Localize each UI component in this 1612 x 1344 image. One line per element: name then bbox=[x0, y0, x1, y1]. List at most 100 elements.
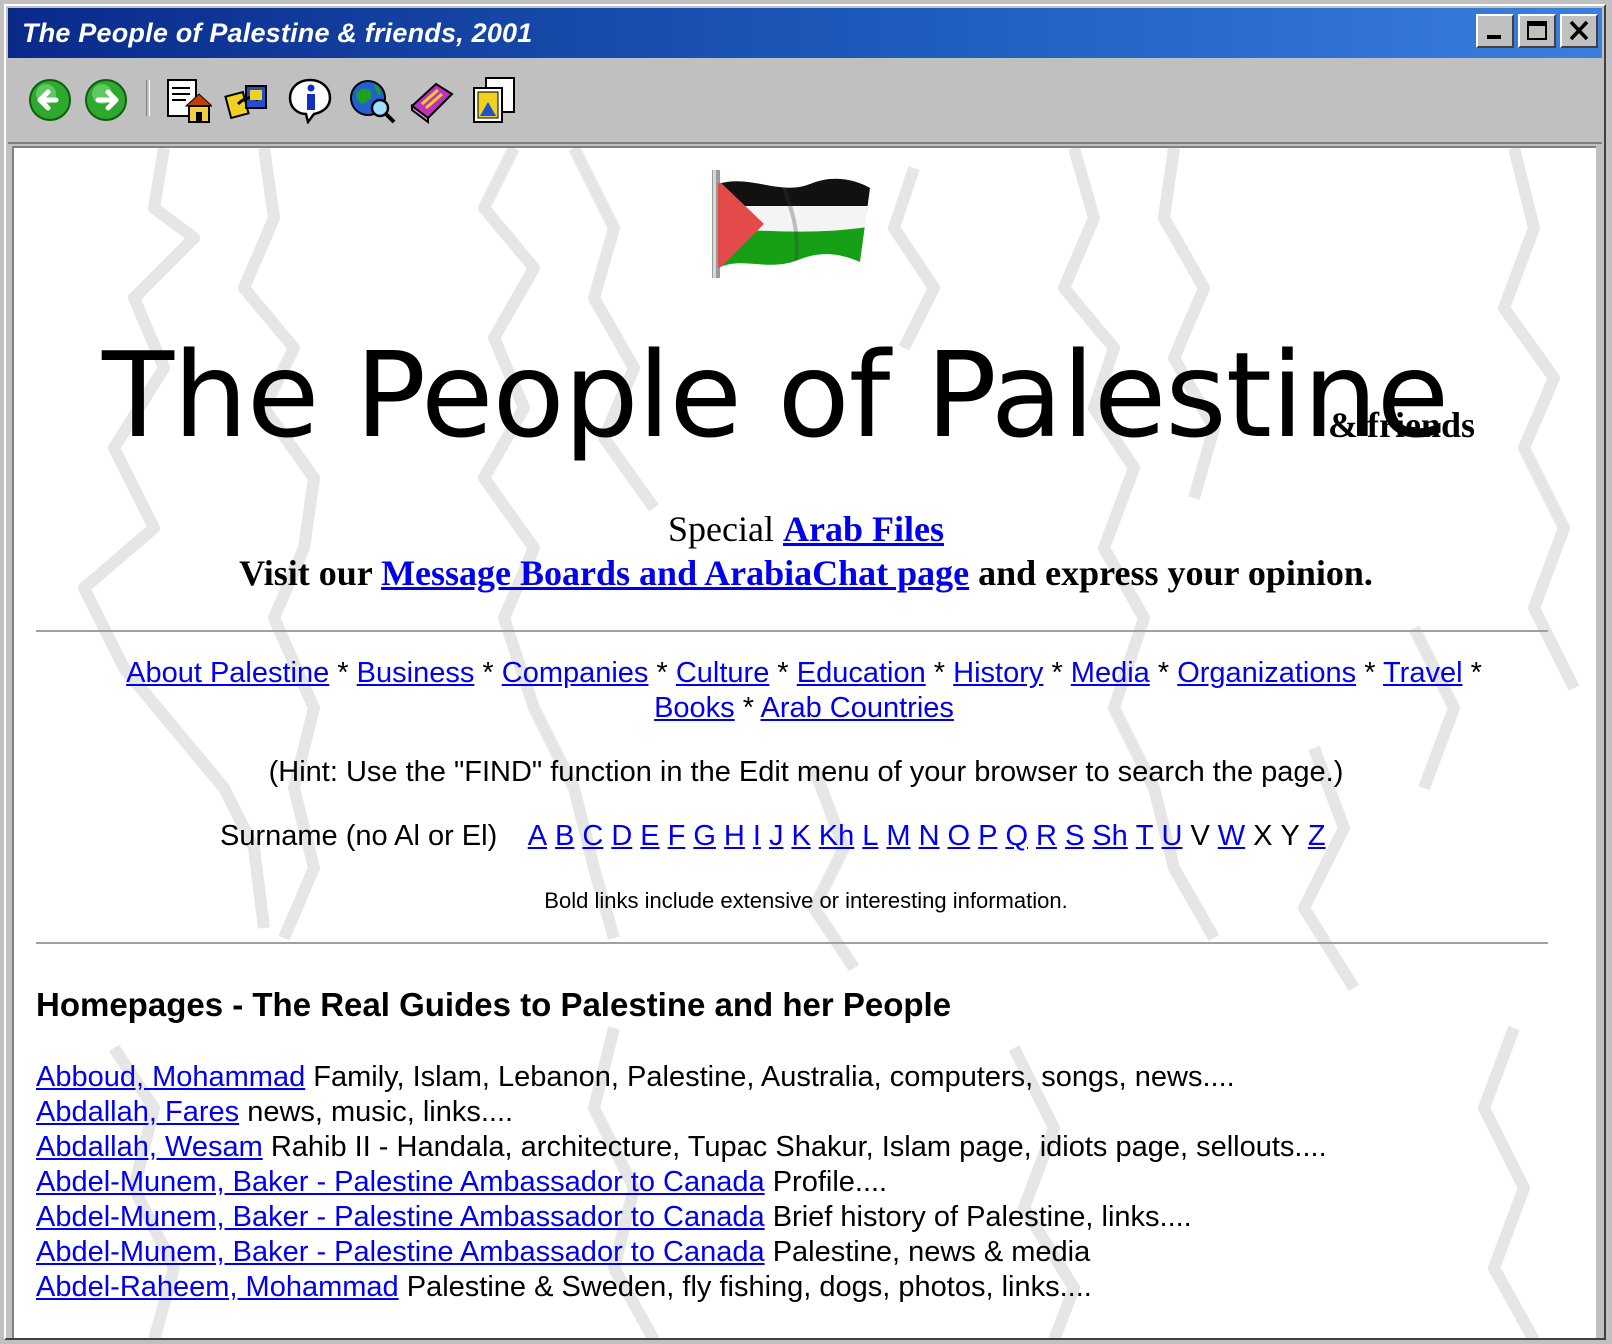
surname-letter-z[interactable]: Z bbox=[1308, 820, 1326, 852]
title-bar[interactable]: The People of Palestine & friends, 2001 bbox=[8, 8, 1602, 58]
page-heading: The People of Palestine bbox=[102, 326, 1449, 464]
surname-letter-f[interactable]: F bbox=[668, 820, 686, 852]
surname-letter-g[interactable]: G bbox=[693, 820, 716, 852]
nav-link-media[interactable]: Media bbox=[1071, 657, 1150, 689]
links-icon[interactable] bbox=[224, 76, 272, 124]
homepage-description: Rahib II - Handala, architecture, Tupac … bbox=[270, 1131, 1327, 1163]
palestine-flag-image bbox=[712, 170, 870, 278]
bold-links-note: Bold links include extensive or interest… bbox=[544, 888, 1068, 913]
surname-letter-o[interactable]: O bbox=[948, 820, 971, 852]
special-prefix: Special bbox=[668, 509, 774, 549]
list-item: Abdel-Munem, Baker - Palestine Ambassado… bbox=[36, 1200, 1327, 1235]
list-item: Abdel-Munem, Baker - Palestine Ambassado… bbox=[36, 1165, 1327, 1200]
arab-files-link[interactable]: Arab Files bbox=[783, 509, 944, 549]
list-item: Abdel-Raheem, Mohammad Palestine & Swede… bbox=[36, 1270, 1327, 1305]
homepage-description: Family, Islam, Lebanon, Palestine, Austr… bbox=[313, 1061, 1235, 1093]
surname-letter-c[interactable]: C bbox=[582, 820, 603, 852]
homepage-link[interactable]: Abdel-Raheem, Mohammad bbox=[36, 1271, 399, 1303]
surname-label: Surname (no Al or El) bbox=[220, 820, 498, 852]
list-item: Abdel-Munem, Baker - Palestine Ambassado… bbox=[36, 1235, 1327, 1270]
minimize-button[interactable] bbox=[1476, 14, 1514, 48]
homepage-link[interactable]: Abdel-Munem, Baker - Palestine Ambassado… bbox=[36, 1166, 765, 1198]
forward-arrow-icon[interactable] bbox=[82, 76, 130, 124]
info-icon[interactable] bbox=[286, 76, 334, 125]
nav-link-arab-countries[interactable]: Arab Countries bbox=[760, 692, 953, 724]
page-content: The People of Palestine & friends Specia… bbox=[12, 146, 1596, 1338]
visit-prefix: Visit our bbox=[239, 553, 373, 593]
nav-link-travel[interactable]: Travel bbox=[1383, 657, 1463, 689]
back-arrow-icon[interactable] bbox=[26, 76, 74, 124]
surname-letter-b[interactable]: B bbox=[555, 820, 574, 852]
homepage-list: Abboud, Mohammad Family, Islam, Lebanon,… bbox=[36, 1060, 1327, 1305]
nav-link-books[interactable]: Books bbox=[654, 692, 735, 724]
surname-letter-i[interactable]: I bbox=[753, 820, 761, 852]
category-nav: About Palestine * Business * Companies *… bbox=[54, 656, 1554, 726]
message-boards-link[interactable]: Message Boards and ArabiaChat page bbox=[381, 553, 969, 593]
toolbar-separator bbox=[146, 80, 150, 116]
homepage-description: Profile.... bbox=[772, 1166, 888, 1198]
homepage-link[interactable]: Abdallah, Fares bbox=[36, 1096, 239, 1128]
homepage-description: Brief history of Palestine, links.... bbox=[772, 1201, 1192, 1233]
surname-letter-e[interactable]: E bbox=[640, 820, 659, 852]
nav-link-culture[interactable]: Culture bbox=[676, 657, 770, 689]
list-item: Abboud, Mohammad Family, Islam, Lebanon,… bbox=[36, 1060, 1327, 1095]
nav-separator: * bbox=[1149, 657, 1178, 689]
surname-letter-k[interactable]: K bbox=[791, 820, 810, 852]
nav-link-organizations[interactable]: Organizations bbox=[1177, 657, 1356, 689]
nav-link-companies[interactable]: Companies bbox=[502, 657, 649, 689]
surname-letter-y: Y bbox=[1280, 820, 1300, 852]
nav-separator: * bbox=[1043, 657, 1071, 689]
book-icon[interactable] bbox=[408, 76, 456, 124]
surname-letter-a[interactable]: A bbox=[528, 820, 547, 852]
surname-letter-l[interactable]: L bbox=[862, 820, 878, 852]
surname-letter-u[interactable]: U bbox=[1162, 820, 1183, 852]
surname-letter-kh[interactable]: Kh bbox=[819, 820, 854, 852]
surname-letter-w[interactable]: W bbox=[1218, 820, 1245, 852]
close-button[interactable] bbox=[1560, 14, 1598, 48]
nav-separator: * bbox=[925, 657, 954, 689]
surname-letter-m[interactable]: M bbox=[886, 820, 910, 852]
surname-letter-p[interactable]: P bbox=[978, 820, 997, 852]
homepage-link[interactable]: Abdel-Munem, Baker - Palestine Ambassado… bbox=[36, 1201, 765, 1233]
divider bbox=[36, 942, 1548, 944]
maximize-button[interactable] bbox=[1518, 14, 1556, 48]
surname-letter-v: V bbox=[1190, 820, 1210, 852]
globe-search-icon[interactable] bbox=[348, 76, 396, 124]
homepage-link[interactable]: Abboud, Mohammad bbox=[36, 1061, 305, 1093]
divider bbox=[36, 630, 1548, 632]
surname-letter-sh[interactable]: Sh bbox=[1092, 820, 1127, 852]
nav-separator: * bbox=[648, 657, 676, 689]
maximize-icon bbox=[1527, 21, 1547, 40]
surname-letter-n[interactable]: N bbox=[919, 820, 940, 852]
homepage-link[interactable]: Abdel-Munem, Baker - Palestine Ambassado… bbox=[36, 1236, 765, 1268]
visit-line: Visit our Message Boards and ArabiaChat … bbox=[14, 552, 1596, 594]
nav-separator: * bbox=[769, 657, 797, 689]
visit-suffix: and express your opinion. bbox=[978, 553, 1373, 593]
nav-separator: * bbox=[1462, 657, 1482, 689]
surname-letter-d[interactable]: D bbox=[611, 820, 632, 852]
surname-index: Surname (no Al or El) A B C D E F G H I J K Kh L M N O P… bbox=[220, 820, 1334, 853]
homepage-description: Palestine, news & media bbox=[772, 1236, 1091, 1268]
surname-letter-r[interactable]: R bbox=[1036, 820, 1057, 852]
surname-letter-q[interactable]: Q bbox=[1005, 820, 1028, 852]
page-heading-subtitle: & friends bbox=[1328, 405, 1475, 445]
homepage-link[interactable]: Abdallah, Wesam bbox=[36, 1131, 263, 1163]
nav-link-education[interactable]: Education bbox=[797, 657, 926, 689]
special-line: Special Arab Files bbox=[14, 508, 1596, 550]
nav-link-about-palestine[interactable]: About Palestine bbox=[126, 657, 329, 689]
surname-letter-h[interactable]: H bbox=[724, 820, 745, 852]
pictures-icon[interactable] bbox=[470, 76, 518, 124]
surname-letter-j[interactable]: J bbox=[769, 820, 784, 852]
homepage-description: news, music, links.... bbox=[247, 1096, 514, 1128]
surname-letter-t[interactable]: T bbox=[1136, 820, 1154, 852]
list-item: Abdallah, Fares news, music, links.... bbox=[36, 1095, 1327, 1130]
minimize-icon bbox=[1487, 35, 1501, 39]
list-item: Abdallah, Wesam Rahib II - Handala, arch… bbox=[36, 1130, 1327, 1165]
nav-separator: * bbox=[329, 657, 357, 689]
nav-link-business[interactable]: Business bbox=[357, 657, 475, 689]
surname-letter-s[interactable]: S bbox=[1065, 820, 1084, 852]
home-page-icon[interactable] bbox=[164, 76, 214, 124]
nav-separator: * bbox=[1356, 657, 1384, 689]
nav-link-history[interactable]: History bbox=[953, 657, 1043, 689]
section-heading: Homepages - The Real Guides to Palestine… bbox=[36, 986, 952, 1023]
